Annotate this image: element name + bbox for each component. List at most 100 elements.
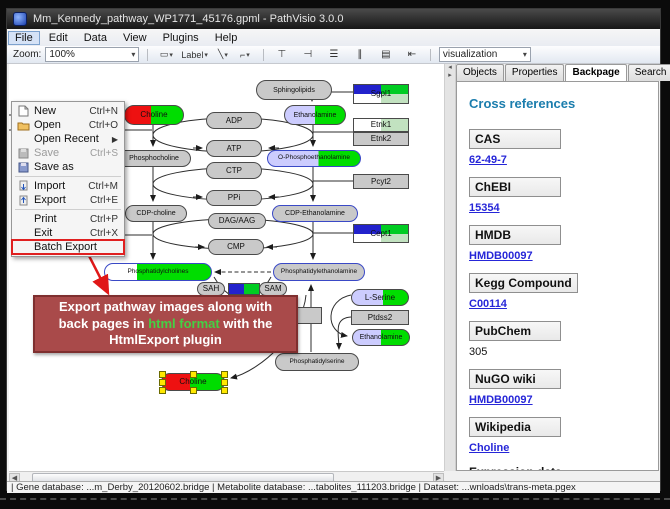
pathway-node-pcyt2[interactable]: Pcyt2 [353,174,409,189]
xref-value: 15354 [469,202,658,214]
selection-handle[interactable] [159,379,166,386]
tab-properties[interactable]: Properties [505,64,565,81]
pathway-node-o-phosphoethanolamine[interactable]: O-Phosphoethanolamine [267,150,361,167]
pathway-node-unlabeled[interactable] [228,283,260,295]
file-menu-item-open-recent[interactable]: Open Recent▶ [12,132,124,146]
menu-item-shortcut: Ctrl+X [90,228,118,239]
node-label: Choline [179,378,206,386]
pathway-node-sam[interactable]: SAM [259,282,287,296]
node-label: L-Serine [365,294,395,302]
file-menu-item-import[interactable]: ImportCtrl+M [12,179,124,193]
menubar-item-data[interactable]: Data [77,31,114,45]
layer-order-button[interactable]: ▤ [376,47,396,63]
pathway-node-ppi[interactable]: PPi [206,190,262,206]
line-tool-button[interactable]: ╲▾ [213,47,233,63]
pathway-node-ctp[interactable]: CTP [206,162,262,179]
selection-handle[interactable] [159,387,166,394]
pathway-node-phosphatidylserine[interactable]: Phosphatidylserine [275,353,359,371]
file-menu-item-batch-export[interactable]: Batch Export [12,240,124,254]
node-label: Sgpl1 [371,90,391,98]
pathway-node-sah[interactable]: SAH [197,282,225,296]
menubar-item-edit[interactable]: Edit [42,31,75,45]
zoom-combobox[interactable]: 100% ▾ [45,47,139,62]
selection-handle[interactable] [190,387,197,394]
common-size-button[interactable]: ⇤ [402,47,422,63]
title-bar[interactable]: Mm_Kennedy_pathway_WP1771_45176.gpml - P… [7,9,660,29]
xref-section-wikipedia: Wikipedia Choline [469,417,658,454]
pathway-node-cdp-ethanolamine[interactable]: CDP-Ethanolamine [272,205,358,222]
pathway-node-cdp-choline[interactable]: CDP-choline [125,205,187,222]
menu-item-shortcut: Ctrl+S [90,148,118,159]
xref-link[interactable]: 15354 [469,202,500,214]
pathway-node-atp[interactable]: ATP [206,140,262,157]
tab-backpage[interactable]: Backpage [565,64,626,81]
xref-link[interactable]: C00114 [469,298,507,310]
stack-vertical-button[interactable]: ∥ [350,47,370,63]
stack-horizontal-button[interactable]: ☰ [324,47,344,63]
pathway-node-ethanolamine[interactable]: Ethanolamine [352,329,410,346]
selection-handle[interactable] [190,371,197,378]
xref-value: C00114 [469,298,658,310]
common-size-icon: ⇤ [408,49,416,60]
pathway-canvas[interactable]: Sphingolipids Sgpl1 Choline Ethanolamine ADP… [9,64,444,471]
menubar-item-plugins[interactable]: Plugins [156,31,206,45]
node-label: Etnk2 [371,135,391,143]
file-menu-item-save-as[interactable]: Save as [12,160,124,174]
selection-handle[interactable] [221,371,228,378]
pathway-node-etnk2[interactable]: Etnk2 [353,132,409,146]
new-document-icon [16,105,30,117]
file-menu-item-save[interactable]: SaveCtrl+S [12,146,124,160]
pathway-node-phosphatidylcholines[interactable]: Phosphatidylcholines [104,263,212,281]
menubar-item-file[interactable]: File [8,31,40,45]
pathway-node-adp[interactable]: ADP [206,112,262,129]
file-menu-item-exit[interactable]: ExitCtrl+X [12,226,124,240]
xref-section-title: Wikipedia [469,417,561,437]
visualization-value: visualization [443,49,497,60]
file-menu-item-open[interactable]: OpenCtrl+O [12,118,124,132]
visualization-combobox[interactable]: visualization ▾ [439,47,531,62]
selection-handle[interactable] [221,387,228,394]
status-text: | Gene database: ...m_Derby_20120602.bri… [11,482,576,493]
file-menu-item-new[interactable]: NewCtrl+N [12,104,124,118]
pathway-node-dag-aag[interactable]: DAG/AAG [208,213,266,229]
pathway-node-unlabeled[interactable] [296,307,322,324]
label-tool-button[interactable]: Label▾ [178,47,211,63]
pathway-node-choline[interactable]: Choline [124,105,184,125]
file-menu-item-print[interactable]: PrintCtrl+P [12,212,124,226]
panel-splitter[interactable]: ◂ ▸ [444,64,456,471]
pathway-node-sphingolipids[interactable]: Sphingolipids [256,80,332,100]
pathway-node-phosphatidylethanolamine[interactable]: Phosphatidylethanolamine [273,263,365,281]
submenu-arrow-icon: ▶ [112,135,118,144]
toolbar-separator [147,49,148,61]
pathway-node-etnk1[interactable]: Etnk1 [353,118,409,132]
pathway-node-choline[interactable]: Choline [161,373,225,391]
selection-handle[interactable] [159,371,166,378]
pathway-node-cmp[interactable]: CMP [208,239,264,255]
datanode-tool-button[interactable]: ▭▾ [156,47,176,63]
xref-link[interactable]: 62-49-7 [469,154,507,166]
menubar-item-help[interactable]: Help [208,31,245,45]
collapse-right-icon[interactable]: ▸ [445,72,455,80]
pathway-node-ptdss2[interactable]: Ptdss2 [351,310,409,325]
xref-link[interactable]: HMDB00097 [469,250,533,262]
collapse-left-icon[interactable]: ◂ [445,64,455,72]
xref-link[interactable]: HMDB00097 [469,394,533,406]
tab-search[interactable]: Search [628,64,670,81]
file-menu-item-export[interactable]: ExportCtrl+E [12,193,124,207]
menu-bar: FileEditDataViewPluginsHelp [7,29,660,47]
align-middle-button[interactable]: ⊣ [298,47,318,63]
tab-objects[interactable]: Objects [456,64,504,81]
menubar-item-view[interactable]: View [116,31,154,45]
selection-handle[interactable] [221,379,228,386]
xref-value: Choline [469,442,658,454]
pathway-node-l-serine[interactable]: L-Serine [351,289,409,306]
align-center-button[interactable]: ⊤ [272,47,292,63]
pathway-node-cept1[interactable]: Cept1 [353,224,409,243]
pathway-node-ethanolamine[interactable]: Ethanolamine [284,105,346,125]
node-label: O-Phosphoethanolamine [278,155,350,162]
elbow-line-tool-button[interactable]: ⌐▾ [235,47,255,63]
align-center-icon: ⊤ [278,49,287,60]
xref-link[interactable]: Choline [469,442,509,454]
pathway-node-sgpl1[interactable]: Sgpl1 [353,84,409,104]
pathway-node-phosphocholine[interactable]: Phosphocholine [117,150,191,167]
